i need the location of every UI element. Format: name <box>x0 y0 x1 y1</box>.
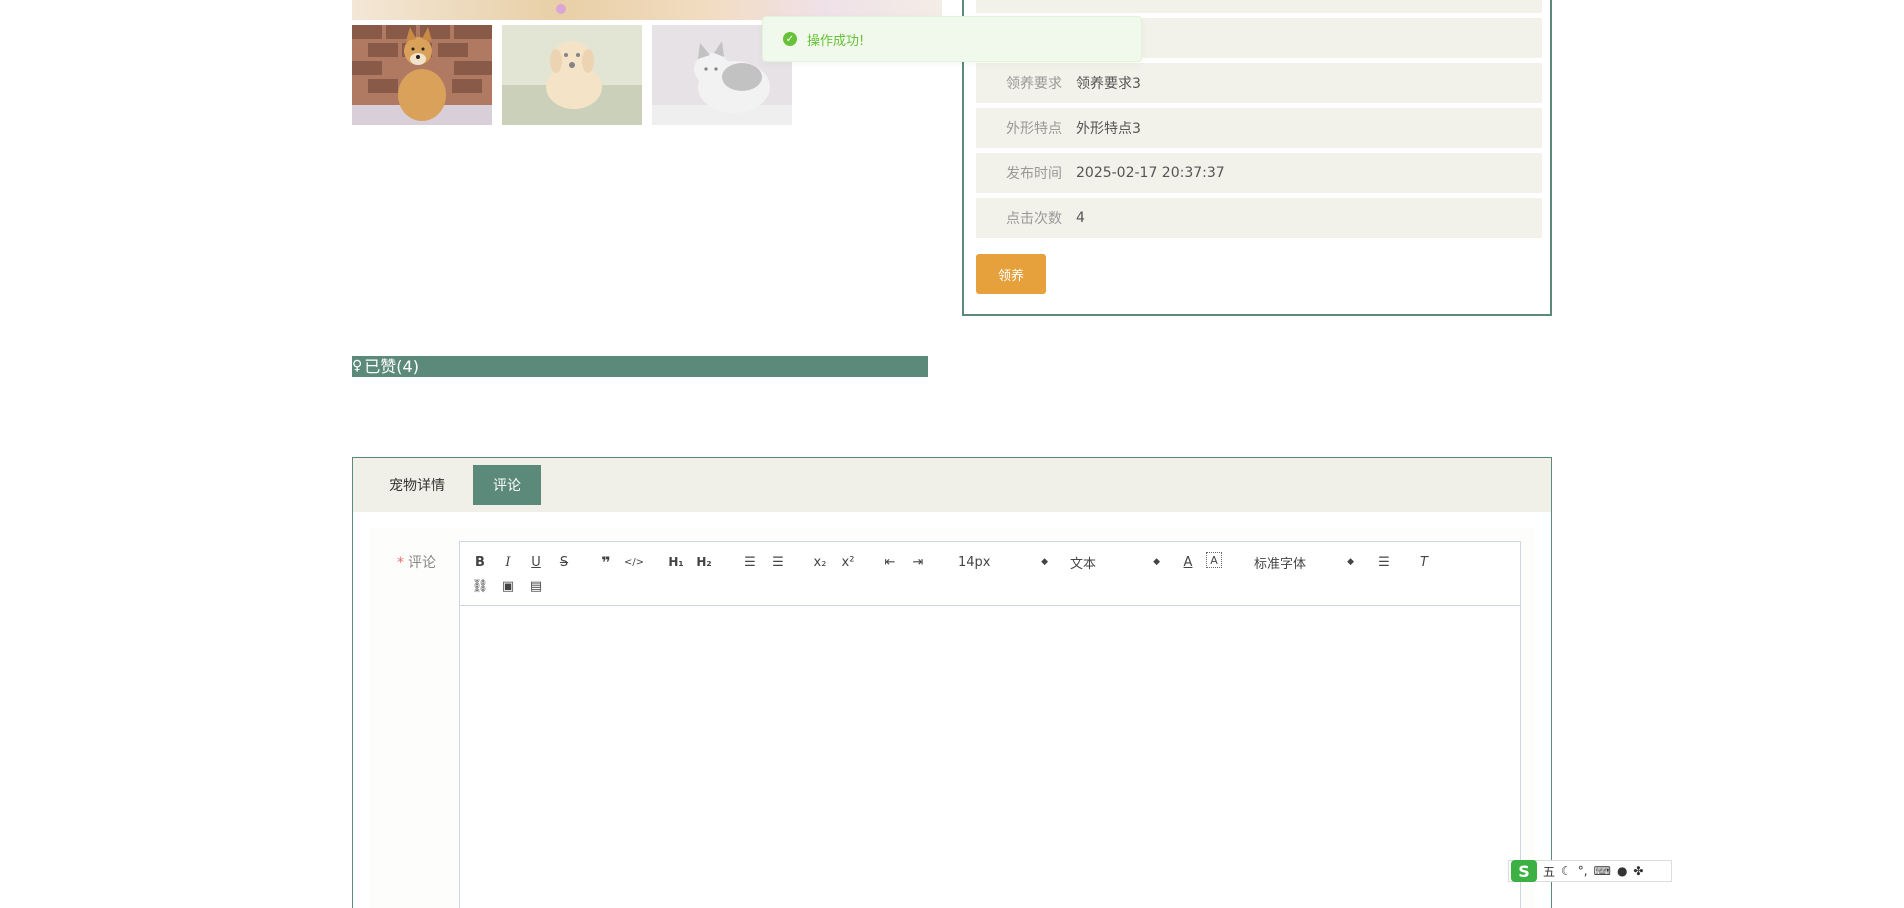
tab-bar: 宠物详情 评论 <box>353 458 1551 512</box>
font-family-select[interactable]: 标准字体 ◆ <box>1254 552 1354 572</box>
tab-pet-details[interactable]: 宠物详情 <box>369 465 465 505</box>
quote-icon[interactable]: ❞ <box>596 552 616 572</box>
info-row-publish-time: 发布时间 2025-02-17 20:37:37 <box>976 153 1542 193</box>
code-icon[interactable]: </> <box>624 552 644 572</box>
link-icon[interactable]: ⛓ <box>470 576 490 596</box>
select-arrow-icon: ◆ <box>1347 557 1354 567</box>
ordered-list-icon[interactable]: ☰ <box>740 552 760 572</box>
info-value: 2025-02-17 20:37:37 <box>1076 165 1225 181</box>
info-label: 点击次数 <box>1006 211 1062 227</box>
subscript-icon[interactable]: x₂ <box>810 552 830 572</box>
video-icon[interactable]: ▤ <box>526 576 546 596</box>
info-label: 外形特点 <box>1006 121 1062 137</box>
superscript-icon[interactable]: x² <box>838 552 858 572</box>
bold-icon[interactable]: B <box>470 552 490 572</box>
h2-icon[interactable]: H₂ <box>694 552 714 572</box>
ime-mode[interactable]: 五 <box>1543 863 1555 880</box>
detail-tabs: 宠物详情 评论 * 评论 B I U S ❞ </> H₁ H₂ ☰ ☰ x₂ x… <box>352 457 1552 908</box>
sogou-logo-icon: S <box>1511 860 1537 882</box>
bullet-list-icon[interactable]: ☰ <box>768 552 788 572</box>
moon-icon[interactable]: ☾ <box>1561 864 1572 878</box>
liked-button[interactable]: ♀ 已赞(4) <box>352 356 928 377</box>
font-color-icon[interactable]: A <box>1178 552 1198 572</box>
select-arrow-icon: ◆ <box>1041 557 1048 567</box>
indent-icon[interactable]: ⇥ <box>908 552 928 572</box>
select-arrow-icon: ◆ <box>1153 557 1160 567</box>
toast-message: 操作成功! <box>807 33 865 49</box>
editor-content-area[interactable] <box>460 606 1520 908</box>
clear-format-icon[interactable]: T <box>1414 552 1434 572</box>
info-value: 领养要求3 <box>1076 76 1141 92</box>
outdent-icon[interactable]: ⇤ <box>880 552 900 572</box>
punctuation-icon[interactable]: °, <box>1578 864 1588 878</box>
like-icon: ♀ <box>352 358 363 374</box>
info-value: 外形特点3 <box>1076 121 1141 137</box>
tab-comments[interactable]: 评论 <box>473 465 541 505</box>
liked-label: 已赞(4) <box>364 357 419 376</box>
font-size-select[interactable]: 14px ◆ <box>958 552 1048 572</box>
info-row-partial <box>976 0 1542 13</box>
h1-icon[interactable]: H₁ <box>666 552 686 572</box>
info-label: 领养要求 <box>1006 76 1062 92</box>
ime-toolbar[interactable]: S 五 ☾ °, ⌨ ● ✤ <box>1508 860 1672 882</box>
required-mark: * <box>397 555 404 571</box>
italic-icon[interactable]: I <box>498 552 518 572</box>
underline-icon[interactable]: U <box>526 552 546 572</box>
align-icon[interactable]: ☰ <box>1374 552 1394 572</box>
thumbnail-dog-golden[interactable] <box>502 25 642 125</box>
info-row-click-count: 点击次数 4 <box>976 198 1542 238</box>
editor-toolbar: B I U S ❞ </> H₁ H₂ ☰ ☰ x₂ x² ⇤ ⇥ 14px ◆ … <box>460 542 1520 606</box>
comment-label: * 评论 <box>397 555 436 571</box>
user-icon[interactable]: ● <box>1617 864 1627 878</box>
info-value: 4 <box>1076 210 1085 226</box>
adopt-button[interactable]: 领养 <box>976 254 1046 294</box>
text-type-select[interactable]: 文本 ◆ <box>1070 552 1160 572</box>
info-row-adoption-requirement: 领养要求 领养要求3 <box>976 63 1542 103</box>
keyboard-icon[interactable]: ⌨ <box>1594 864 1611 878</box>
success-toast: ✓ 操作成功! <box>762 16 1142 62</box>
rich-text-editor: B I U S ❞ </> H₁ H₂ ☰ ☰ x₂ x² ⇤ ⇥ 14px ◆ … <box>459 541 1521 908</box>
thumbnail-dog-shiba[interactable] <box>352 25 492 125</box>
background-color-icon[interactable]: A <box>1206 552 1222 568</box>
image-icon[interactable]: ▣ <box>498 576 518 596</box>
info-label: 发布时间 <box>1006 166 1062 182</box>
strike-icon[interactable]: S <box>554 552 574 572</box>
check-circle-icon: ✓ <box>783 32 797 46</box>
info-row-appearance: 外形特点 外形特点3 <box>976 108 1542 148</box>
apps-icon[interactable]: ✤ <box>1633 864 1643 878</box>
